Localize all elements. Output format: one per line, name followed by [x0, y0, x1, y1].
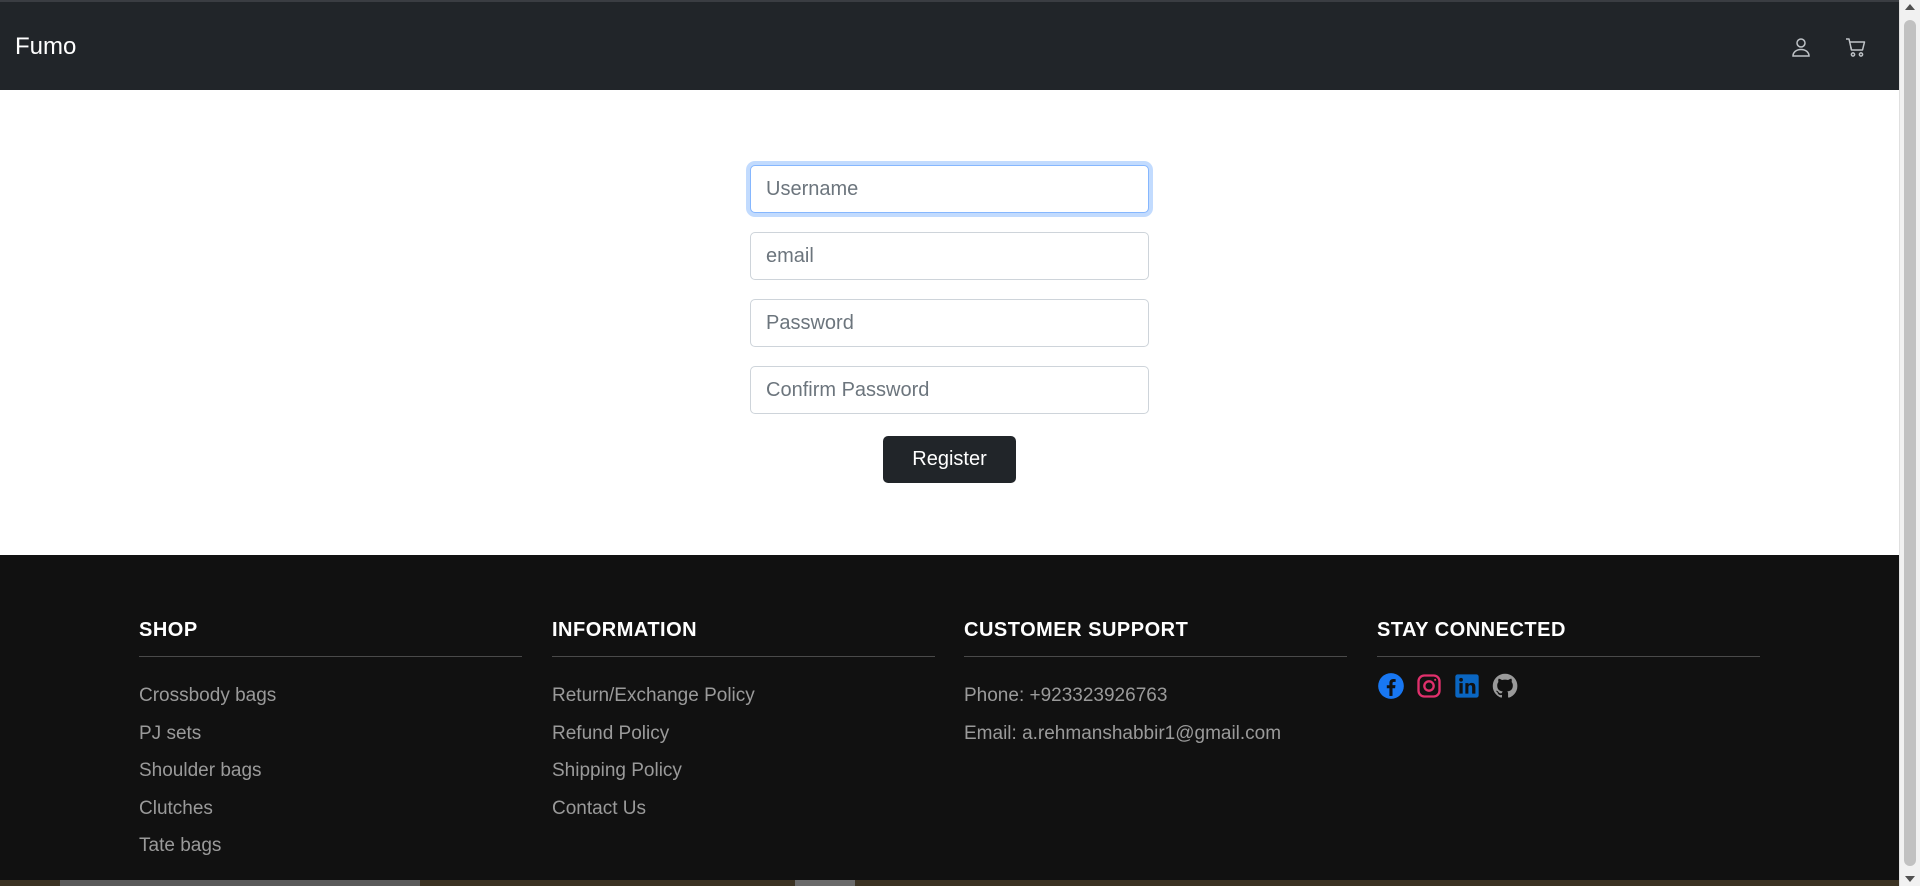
footer: SHOP Crossbody bags PJ sets Shoulder bag…	[0, 555, 1899, 886]
footer-support-title: CUSTOMER SUPPORT	[964, 615, 1347, 657]
footer-link-crossbody-bags[interactable]: Crossbody bags	[139, 685, 276, 706]
support-phone: Phone: +923323926763	[964, 685, 1168, 706]
navbar: Fumo	[0, 0, 1899, 90]
vertical-scrollbar[interactable]	[1899, 0, 1920, 886]
footer-link-clutches[interactable]: Clutches	[139, 798, 213, 819]
taskbar-segment	[795, 880, 855, 886]
github-icon[interactable]	[1491, 672, 1519, 700]
scroll-down-arrow-icon[interactable]	[1905, 876, 1915, 882]
footer-information-title: INFORMATION	[552, 615, 935, 657]
page: Fumo Register SHOP Crossbody bags	[0, 0, 1899, 886]
linkedin-icon[interactable]	[1453, 672, 1481, 700]
footer-information-list: Return/Exchange Policy Refund Policy Shi…	[552, 677, 935, 827]
footer-link-return-exchange-policy[interactable]: Return/Exchange Policy	[552, 685, 755, 706]
footer-link-contact-us[interactable]: Contact Us	[552, 798, 646, 819]
footer-connected-title: STAY CONNECTED	[1377, 615, 1760, 657]
register-form: Register	[750, 165, 1149, 483]
social-links	[1377, 672, 1760, 700]
footer-link-shoulder-bags[interactable]: Shoulder bags	[139, 760, 262, 781]
footer-connected-column: STAY CONNECTED	[1377, 615, 1760, 700]
footer-shop-column: SHOP Crossbody bags PJ sets Shoulder bag…	[139, 615, 522, 865]
brand-logo[interactable]: Fumo	[15, 32, 76, 62]
footer-information-column: INFORMATION Return/Exchange Policy Refun…	[552, 615, 935, 827]
footer-link-shipping-policy[interactable]: Shipping Policy	[552, 760, 682, 781]
user-icon[interactable]	[1788, 34, 1814, 60]
instagram-icon[interactable]	[1415, 672, 1443, 700]
email-input[interactable]	[750, 232, 1149, 280]
footer-link-tate-bags[interactable]: Tate bags	[139, 835, 221, 856]
support-email: Email: a.rehmanshabbir1@gmail.com	[964, 722, 1282, 744]
footer-support-column: CUSTOMER SUPPORT Phone: +923323926763 Em…	[964, 615, 1347, 752]
username-input[interactable]	[750, 165, 1149, 213]
password-input[interactable]	[750, 299, 1149, 347]
scrollbar-thumb[interactable]	[1904, 20, 1916, 866]
footer-shop-list: Crossbody bags PJ sets Shoulder bags Clu…	[139, 677, 522, 865]
cart-icon[interactable]	[1843, 34, 1869, 60]
taskbar-segment	[60, 880, 420, 886]
footer-link-pj-sets[interactable]: PJ sets	[139, 723, 201, 744]
scroll-up-arrow-icon[interactable]	[1905, 4, 1915, 10]
facebook-icon[interactable]	[1377, 672, 1405, 700]
footer-shop-title: SHOP	[139, 615, 522, 657]
footer-support-list: Phone: +923323926763 Email: a.rehmanshab…	[964, 677, 1347, 752]
footer-link-refund-policy[interactable]: Refund Policy	[552, 723, 669, 744]
register-button[interactable]: Register	[883, 436, 1016, 483]
confirm-password-input[interactable]	[750, 366, 1149, 414]
